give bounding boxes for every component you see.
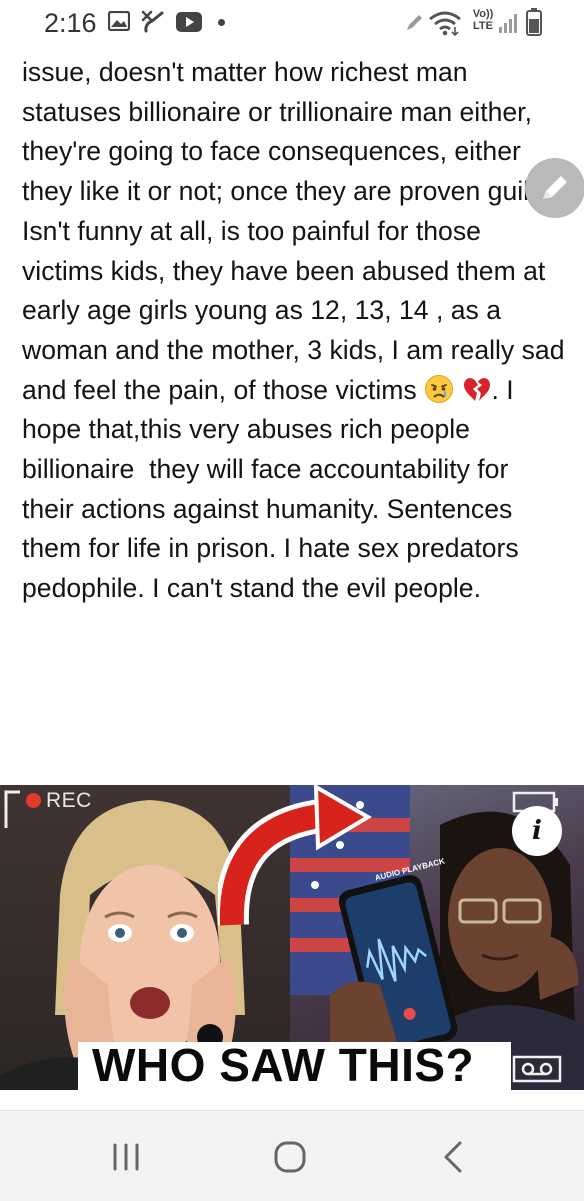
broken-heart-emoji bbox=[464, 377, 491, 401]
crying-face-emoji bbox=[425, 374, 454, 403]
rec-dot-icon bbox=[26, 793, 41, 808]
post-text: issue, doesn't matter how richest man st… bbox=[22, 53, 567, 609]
corner-bracket-icon bbox=[4, 790, 20, 828]
red-arrow-image bbox=[218, 785, 372, 926]
thumbnail-headline: WHO SAW THIS? bbox=[92, 1039, 475, 1091]
post-text-part-1: issue, doesn't matter how richest man st… bbox=[22, 57, 565, 405]
cassette-icon bbox=[512, 1055, 562, 1083]
gallery-icon bbox=[108, 11, 130, 31]
signal-icon bbox=[499, 14, 517, 33]
volte-lte-icon: Vo)) LTE bbox=[468, 8, 498, 32]
status-time: 2:16 bbox=[44, 8, 97, 38]
notification-dot bbox=[218, 19, 225, 26]
recent-apps-button[interactable] bbox=[106, 1137, 146, 1177]
back-button[interactable] bbox=[434, 1137, 474, 1177]
pencil-icon bbox=[543, 176, 567, 199]
post-text-part-2: . I hope that,this very abuses rich peop… bbox=[22, 374, 527, 604]
youtube-icon bbox=[176, 12, 202, 32]
status-bar: 2:16 Vo)) LTE bbox=[0, 0, 584, 46]
edit-button[interactable] bbox=[525, 158, 584, 218]
home-button[interactable] bbox=[270, 1137, 310, 1177]
rec-text: REC bbox=[46, 789, 92, 812]
pen-icon bbox=[407, 15, 422, 30]
info-button[interactable]: i bbox=[512, 806, 562, 856]
missed-call-icon bbox=[141, 10, 164, 33]
rec-label: REC bbox=[26, 789, 92, 813]
volte-label: Vo)) bbox=[472, 8, 494, 20]
wifi-icon bbox=[429, 11, 461, 36]
battery-icon bbox=[526, 8, 542, 36]
lte-label: LTE bbox=[473, 20, 493, 32]
navigation-bar bbox=[0, 1110, 584, 1201]
